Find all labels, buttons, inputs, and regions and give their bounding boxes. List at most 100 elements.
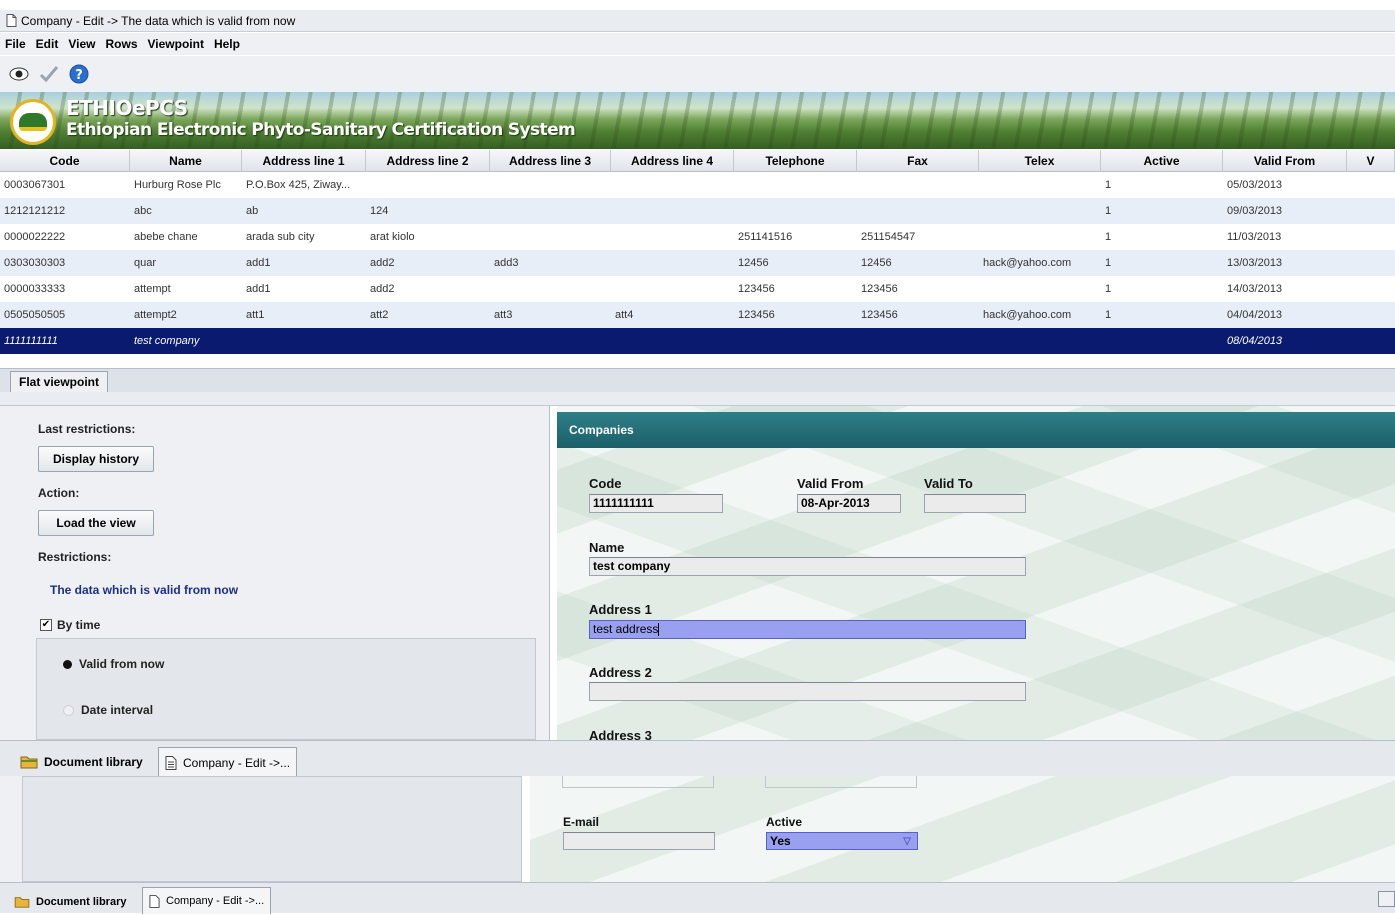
table-cell: arat kiolo <box>370 231 415 243</box>
table-cell: 0000033333 <box>4 283 66 295</box>
column-header-address3[interactable]: Address line 3 <box>490 150 611 172</box>
valid-from-field[interactable]: 08-Apr-2013 <box>797 494 901 513</box>
active-select[interactable]: Yes ▽ <box>766 832 918 850</box>
toolbar: ? <box>0 56 1395 92</box>
tab-company-edit[interactable]: Company - Edit ->... <box>158 747 298 777</box>
table-cell: test company <box>134 335 200 347</box>
table-cell <box>490 328 611 354</box>
column-header-fax[interactable]: Fax <box>857 150 979 172</box>
menu-bar: File Edit View Rows Viewpoint Help <box>0 33 1395 55</box>
form-header: Companies <box>557 412 1395 448</box>
window-titlebar: Company - Edit -> The data which is vali… <box>0 10 1395 32</box>
address1-field[interactable]: test address <box>589 620 1026 639</box>
column-header-active[interactable]: Active <box>1101 150 1223 172</box>
table-row[interactable]: 0303030303 quar add1 add2 add3 12456 12456 hack… <box>0 250 1395 276</box>
radio-date-interval[interactable]: Date interval <box>63 703 153 717</box>
tab-company-edit-label-2: Company - Edit ->... <box>166 895 265 907</box>
table-cell: 12456 <box>738 257 769 269</box>
column-header-telephone[interactable]: Telephone <box>734 150 857 172</box>
table-cell <box>242 328 366 354</box>
table-cell: 09/03/2013 <box>1227 205 1283 217</box>
table-cell: arada sub city <box>246 231 315 243</box>
address3-label: Address 3 <box>589 728 652 740</box>
banner-subtitle: Ethiopian Electronic Phyto-Sanitary Cert… <box>66 120 576 140</box>
splitter[interactable] <box>0 392 1395 406</box>
load-view-button[interactable]: Load the view <box>38 510 154 536</box>
table-cell: Hurburg Rose Plc <box>134 179 221 191</box>
table-cell: add2 <box>370 283 395 295</box>
partial-field <box>765 776 917 788</box>
check-icon[interactable] <box>38 63 60 85</box>
tab-company-edit-2[interactable]: Company - Edit ->... <box>142 887 272 914</box>
table-cell <box>979 198 1101 224</box>
address1-label: Address 1 <box>589 602 652 617</box>
menu-viewpoint[interactable]: Viewpoint <box>143 37 209 51</box>
display-history-button[interactable]: Display history <box>38 446 154 472</box>
menu-file[interactable]: File <box>0 37 31 51</box>
column-header-code[interactable]: Code <box>0 150 130 172</box>
eye-icon[interactable] <box>8 63 30 85</box>
tab-document-library-2[interactable]: Document library <box>8 889 132 915</box>
help-icon[interactable]: ? <box>68 63 90 85</box>
menu-edit[interactable]: Edit <box>31 37 64 51</box>
active-label: Active <box>766 815 803 829</box>
tab-company-edit-label: Company - Edit ->... <box>183 755 291 770</box>
tab-flat-viewpoint[interactable]: Flat viewpoint <box>10 371 109 392</box>
lower-form <box>530 776 1395 882</box>
column-header-address1[interactable]: Address line 1 <box>242 150 366 172</box>
table-cell: add1 <box>246 283 271 295</box>
column-header-valid-to[interactable]: V <box>1347 150 1395 172</box>
table-cell: 123456 <box>861 309 898 321</box>
menu-view[interactable]: View <box>63 37 100 51</box>
date-interval-label: Date interval <box>81 703 154 717</box>
table-row[interactable]: 1212121212 abc ab 124 1 09/03/2013 <box>0 198 1395 224</box>
address2-field[interactable] <box>589 682 1026 701</box>
table-cell <box>611 198 734 224</box>
table-cell <box>734 198 857 224</box>
table-row[interactable]: 0000022222 abebe chane arada sub city arat … <box>0 224 1395 250</box>
menu-rows[interactable]: Rows <box>100 37 142 51</box>
radio-selected-icon <box>63 659 72 669</box>
column-header-name[interactable]: Name <box>130 150 242 172</box>
table-cell <box>857 172 979 198</box>
table-cell <box>490 172 611 198</box>
document-tabbar: Document library Company - Edit ->... <box>0 740 1395 777</box>
table-cell: 12456 <box>861 257 892 269</box>
dropdown-arrow-icon: ▽ <box>903 836 911 847</box>
tab-document-library[interactable]: Document library <box>14 749 149 775</box>
folder-icon <box>14 897 30 908</box>
valid-to-label: Valid To <box>924 476 973 491</box>
table-cell: att4 <box>615 309 634 321</box>
column-header-telex[interactable]: Telex <box>979 150 1101 172</box>
column-header-address4[interactable]: Address line 4 <box>611 150 734 172</box>
table-row[interactable]: 0505050505 attempt2 att1 att2 att3 att4 123456… <box>0 302 1395 328</box>
table-row[interactable]: 0003067301 Hurburg Rose Plc P.O.Box 425, Z… <box>0 172 1395 198</box>
check-mark-icon: ✔ <box>40 619 52 631</box>
email-field[interactable] <box>563 832 715 850</box>
table-cell <box>490 276 611 302</box>
column-header-valid-from[interactable]: Valid From <box>1223 150 1347 172</box>
name-field[interactable]: test company <box>589 557 1026 576</box>
table-cell: att2 <box>370 309 389 321</box>
table-cell: 1 <box>1105 283 1112 295</box>
table-cell <box>490 198 611 224</box>
code-field[interactable]: 1111111111 <box>589 494 723 513</box>
table-cell <box>734 328 857 354</box>
valid-to-field[interactable] <box>924 494 1026 513</box>
lower-left-panel <box>22 776 522 882</box>
table-row[interactable]: 1111111111 test company 08/04/2013 <box>0 328 1395 354</box>
window-title: Company - Edit -> The data which is vali… <box>21 13 296 28</box>
minimize-icon[interactable] <box>1378 891 1395 907</box>
column-header-address2[interactable]: Address line 2 <box>366 150 490 172</box>
document-icon <box>149 894 160 908</box>
table-cell: 04/04/2013 <box>1227 309 1283 321</box>
table-row[interactable]: 0000033333 attempt add1 add2 123456 123456 1 14… <box>0 276 1395 302</box>
company-grid: 0003067301 Hurburg Rose Plc P.O.Box 425, Z… <box>0 172 1395 367</box>
address1-value: test address <box>593 622 659 636</box>
by-time-checkbox[interactable]: ✔ By time <box>40 618 100 632</box>
menu-help[interactable]: Help <box>209 37 245 51</box>
radio-valid-from-now[interactable]: Valid from now <box>63 657 164 671</box>
address2-label: Address 2 <box>589 665 652 680</box>
table-cell: 124 <box>370 205 389 217</box>
table-cell: 1 <box>1105 205 1112 217</box>
